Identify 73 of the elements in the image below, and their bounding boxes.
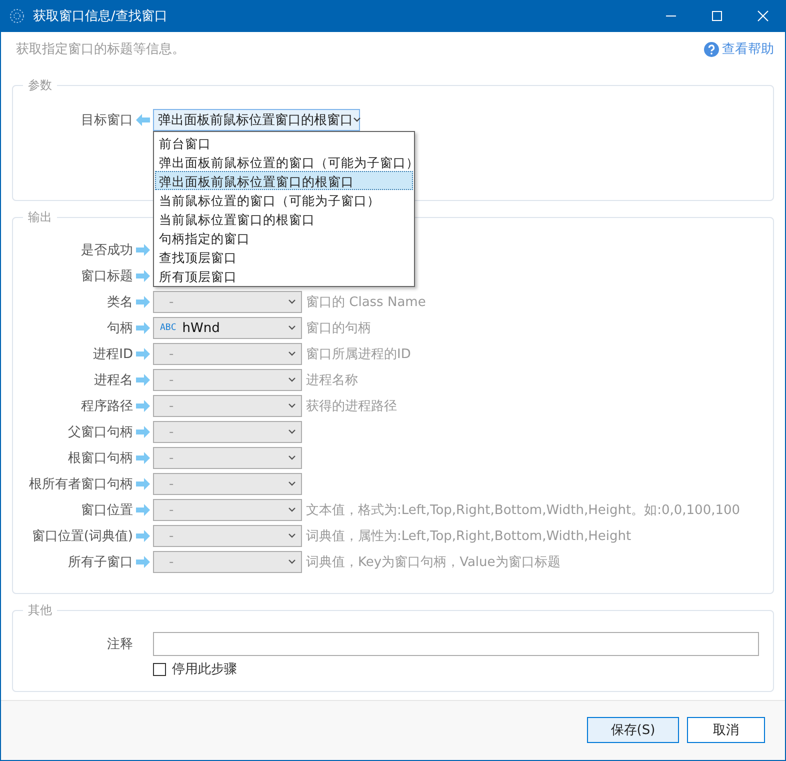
right-arrow-icon bbox=[136, 426, 150, 438]
caret-icon bbox=[288, 429, 296, 435]
caret-icon bbox=[288, 559, 296, 565]
hint-text: 窗口所属进程的ID bbox=[306, 346, 411, 363]
caret-icon bbox=[288, 481, 296, 487]
dropdown-option[interactable]: 查找顶层窗口 bbox=[155, 247, 413, 266]
dropdown-option[interactable]: 弹出面板前鼠标位置的窗口（可能为子窗口） bbox=[155, 152, 413, 171]
hint-text: 词典值，属性为:Left,Top,Right,Bottom,Width,Height bbox=[306, 528, 632, 545]
dropdown-option[interactable]: 所有顶层窗口 bbox=[155, 266, 413, 285]
dropdown-option[interactable]: 句柄指定的窗口 bbox=[155, 228, 413, 247]
caret-icon bbox=[288, 533, 296, 539]
caret-icon bbox=[288, 325, 296, 331]
right-arrow-icon bbox=[136, 270, 150, 282]
section-title: 其他 bbox=[23, 602, 57, 618]
caret-icon bbox=[353, 117, 361, 123]
hint-text: 窗口的 Class Name bbox=[306, 294, 426, 311]
section-title: 输出 bbox=[23, 209, 57, 225]
right-arrow-icon bbox=[136, 244, 150, 256]
right-arrow-icon bbox=[136, 296, 150, 308]
target-dropdown[interactable]: 弹出面板前鼠标位置窗口的根窗口 bbox=[153, 109, 360, 131]
right-arrow-icon bbox=[136, 322, 150, 334]
field-label: 进程名 bbox=[93, 372, 133, 389]
field-label: 根窗口句柄 bbox=[67, 450, 133, 467]
field-label: 父窗口句柄 bbox=[67, 424, 133, 441]
field-label: 句柄 bbox=[106, 320, 133, 337]
right-arrow-icon bbox=[136, 478, 150, 490]
field-label: 窗口标题 bbox=[80, 268, 133, 285]
right-arrow-icon bbox=[136, 400, 150, 412]
caret-icon bbox=[288, 377, 296, 383]
right-arrow-icon bbox=[136, 374, 150, 386]
field-label: 窗口位置 bbox=[80, 502, 133, 519]
hint-text: 文本值，格式为:Left,Top,Right,Bottom,Width,Height。如:0,0,100,100 bbox=[306, 502, 740, 519]
cancel-button[interactable]: 取消 bbox=[687, 717, 765, 743]
save-button[interactable]: 保存(S) bbox=[587, 717, 679, 743]
right-arrow-icon bbox=[136, 348, 150, 360]
right-arrow-icon bbox=[136, 504, 150, 516]
right-arrow-icon bbox=[136, 556, 150, 568]
field-label: 类名 bbox=[106, 294, 133, 311]
help-icon[interactable] bbox=[704, 42, 719, 56]
hint-text: 进程名称 bbox=[306, 372, 358, 389]
checkbox-label: 停用此步骤 bbox=[172, 661, 237, 678]
field-label: 窗口位置(词典值) bbox=[30, 528, 133, 545]
description-text: 获取指定窗口的标题等信息。 bbox=[16, 41, 186, 58]
caret-icon bbox=[288, 351, 296, 357]
maximize-icon[interactable] bbox=[711, 10, 723, 22]
caret-icon bbox=[288, 455, 296, 461]
hint-text: 窗口的句柄 bbox=[306, 320, 371, 337]
section-title: 参数 bbox=[23, 77, 57, 93]
comment-field[interactable] bbox=[153, 632, 759, 656]
dropdown-option[interactable]: 前台窗口 bbox=[155, 133, 413, 152]
field-label: 进程ID bbox=[92, 346, 133, 363]
dropdown-option[interactable]: 当前鼠标位置的窗口（可能为子窗口） bbox=[155, 190, 413, 209]
right-arrow-icon bbox=[136, 452, 150, 464]
field-label: 程序路径 bbox=[80, 398, 133, 415]
field-label: 是否成功 bbox=[80, 242, 133, 259]
caret-icon bbox=[288, 403, 296, 409]
caret-icon bbox=[288, 299, 296, 305]
dropdown-option[interactable]: 当前鼠标位置窗口的根窗口 bbox=[155, 209, 413, 228]
field-label: 根所有者窗口句柄 bbox=[28, 476, 133, 493]
hint-text: 获得的进程路径 bbox=[306, 398, 397, 415]
checkbox[interactable] bbox=[153, 662, 166, 676]
caret-icon bbox=[288, 507, 296, 513]
dropdown-option[interactable]: 弹出面板前鼠标位置窗口的根窗口 bbox=[155, 171, 413, 190]
right-arrow-icon bbox=[136, 530, 150, 542]
hint-text: 词典值，Key为窗口句柄，Value为窗口标题 bbox=[306, 554, 560, 571]
field-label: 注释 bbox=[106, 636, 133, 653]
window-title: 获取窗口信息/查找窗口 bbox=[33, 8, 168, 25]
field-label: 目标窗口 bbox=[80, 112, 133, 129]
left-arrow-icon bbox=[136, 114, 150, 126]
globe-icon bbox=[9, 8, 25, 24]
variable-dropdown[interactable]: ABC hWnd bbox=[153, 317, 302, 339]
close-icon[interactable] bbox=[757, 10, 769, 22]
field-label: 所有子窗口 bbox=[67, 554, 133, 571]
